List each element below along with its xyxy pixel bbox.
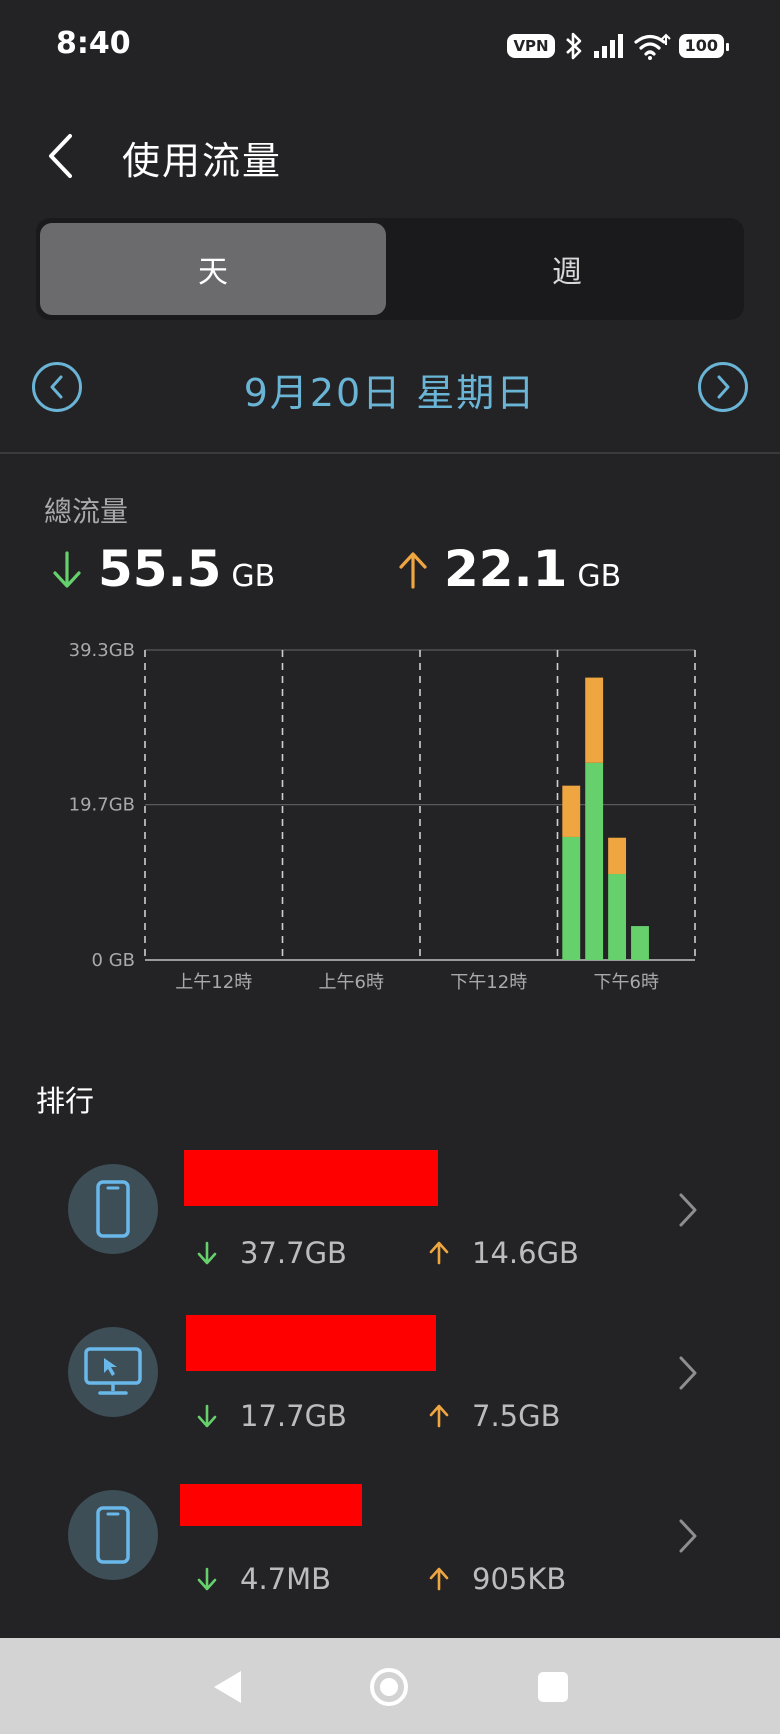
- traffic-chart-svg: 39.3GB 19.7GB 0 GB 上午12時 上午6時 下午12時 下午6時: [69, 640, 696, 990]
- status-bar: 8:40 VPN 100: [0, 0, 780, 90]
- upload-total-value: 22.1: [444, 540, 568, 598]
- upload-arrow-icon: [429, 1241, 449, 1265]
- chart-bar-download: [631, 926, 649, 960]
- ranking-title: 排行: [36, 1084, 95, 1118]
- next-day-button[interactable]: [698, 362, 748, 412]
- ranking-item[interactable]: 4.7MB 905KB: [0, 1484, 780, 1640]
- device-avatar: [68, 1490, 158, 1580]
- device-avatar: [68, 1164, 158, 1254]
- chart-x-tick-label: 下午12時: [450, 972, 527, 990]
- status-icons: VPN 100: [507, 30, 730, 62]
- device-upload-value: 14.6GB: [472, 1236, 579, 1270]
- chart-y-tick-label: 0 GB: [92, 950, 135, 971]
- date-label: 9月20日 星期日: [243, 371, 537, 415]
- download-total-unit: GB: [231, 559, 276, 594]
- chevron-right-icon: [679, 1519, 697, 1553]
- redacted-device-name: [180, 1484, 362, 1526]
- device-upload-value: 7.5GB: [472, 1399, 561, 1433]
- battery-indicator: 100: [678, 34, 730, 58]
- nav-back-icon[interactable]: [210, 1668, 244, 1706]
- chart-x-tick-label: 上午12時: [175, 972, 252, 990]
- chart-bar-download: [562, 836, 581, 960]
- page-title: 使用流量: [122, 139, 283, 183]
- download-total-value: 55.5: [98, 540, 222, 598]
- back-button[interactable]: [36, 128, 86, 184]
- chevron-right-icon: [717, 375, 730, 399]
- chart-bar-download: [608, 874, 627, 960]
- chart-bar-upload: [608, 837, 627, 875]
- nav-recents-icon[interactable]: [538, 1672, 568, 1702]
- download-arrow-icon: [197, 1404, 217, 1428]
- chart-x-tick-label: 上午6時: [319, 972, 384, 990]
- phone-icon: [96, 1506, 130, 1564]
- chevron-right-icon: [679, 1356, 697, 1390]
- traffic-chart: 39.3GB 19.7GB 0 GB 上午12時 上午6時 下午12時 下午6時: [0, 630, 780, 990]
- monitor-icon: [84, 1347, 142, 1395]
- device-download: 17.7GB: [196, 1399, 347, 1433]
- chart-bar-upload: [562, 785, 581, 837]
- chevron-right-icon: [679, 1193, 697, 1227]
- tab-week[interactable]: 週: [394, 223, 740, 315]
- header: 使用流量: [0, 110, 780, 200]
- download-arrow-icon: [197, 1241, 217, 1265]
- date-navigation: 9月20日 星期日: [0, 356, 780, 420]
- ranking-item[interactable]: 17.7GB 7.5GB: [0, 1315, 780, 1477]
- nav-home-icon[interactable]: [368, 1666, 410, 1708]
- total-traffic-label: 總流量: [44, 495, 129, 528]
- download-arrow-icon: [53, 551, 81, 588]
- chart-y-tick-label: 39.3GB: [69, 640, 135, 661]
- status-time: 8:40: [56, 26, 131, 61]
- upload-arrow-icon: [429, 1404, 449, 1428]
- upload-arrow-icon: [399, 552, 427, 589]
- vpn-badge: VPN: [507, 34, 555, 58]
- device-download-value: 37.7GB: [240, 1236, 347, 1270]
- back-arrow-icon: [49, 134, 72, 178]
- upload-arrow-icon: [429, 1567, 449, 1591]
- system-navigation-bar: [0, 1638, 780, 1734]
- ranking-item[interactable]: 37.7GB 14.6GB: [0, 1150, 780, 1314]
- chart-bar-upload: [585, 677, 604, 763]
- chart-bar-download: [585, 762, 604, 960]
- device-download-value: 17.7GB: [240, 1399, 347, 1433]
- device-upload: 7.5GB: [428, 1399, 561, 1433]
- chart-x-tick-label: 下午6時: [594, 972, 659, 990]
- device-upload: 14.6GB: [428, 1236, 579, 1270]
- total-download: 55.5 GB: [50, 540, 275, 600]
- device-download-value: 4.7MB: [240, 1562, 332, 1596]
- download-arrow-icon: [197, 1567, 217, 1591]
- redacted-device-name: [184, 1150, 438, 1206]
- device-download: 4.7MB: [196, 1562, 331, 1596]
- period-segmented-control: 天 週: [36, 218, 744, 320]
- tab-day[interactable]: 天: [40, 223, 386, 315]
- device-avatar: [68, 1327, 158, 1417]
- device-download: 37.7GB: [196, 1236, 347, 1270]
- bluetooth-icon: [565, 32, 581, 60]
- chart-y-tick-label: 19.7GB: [69, 795, 135, 816]
- divider: [0, 452, 780, 454]
- signal-icon: [593, 34, 623, 58]
- upload-total-unit: GB: [577, 559, 622, 594]
- device-upload-value: 905KB: [472, 1562, 567, 1596]
- total-upload: 22.1 GB: [396, 540, 621, 600]
- device-upload: 905KB: [428, 1562, 566, 1596]
- phone-icon: [96, 1180, 130, 1238]
- wifi-icon: [633, 33, 671, 60]
- redacted-device-name: [186, 1315, 436, 1371]
